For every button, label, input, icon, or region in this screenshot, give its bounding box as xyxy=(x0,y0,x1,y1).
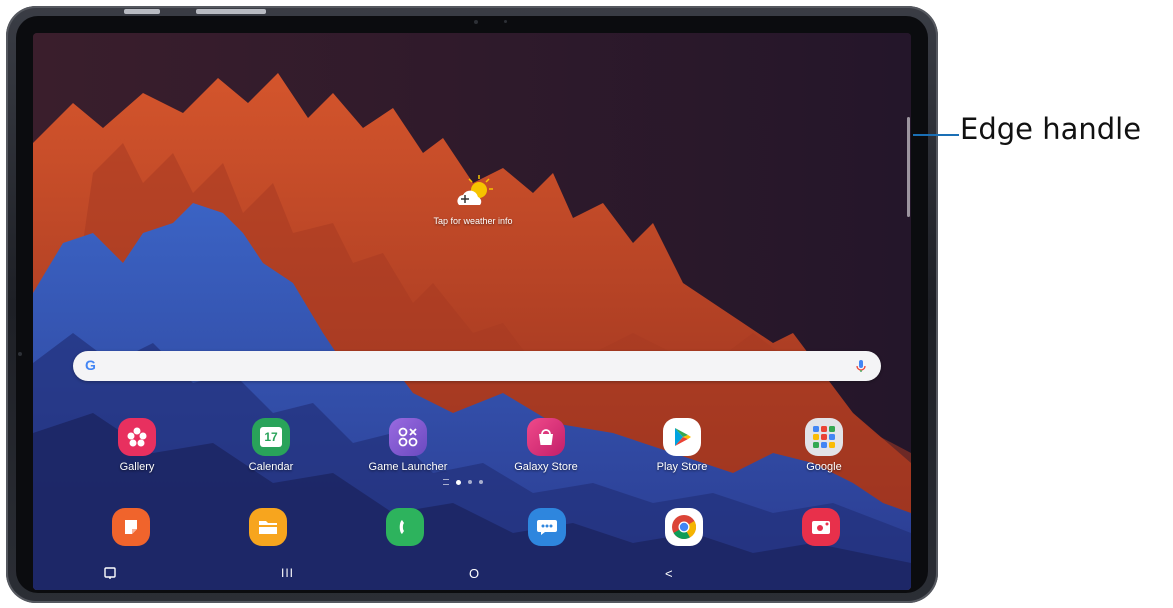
navigation-bar: III O < xyxy=(33,561,911,590)
volume-button xyxy=(124,9,160,14)
calendar-badge: 17 xyxy=(260,427,282,447)
wallpaper xyxy=(33,33,911,590)
page-dot xyxy=(468,480,472,484)
screenshot-icon[interactable] xyxy=(103,566,117,585)
app-label: Galaxy Store xyxy=(514,461,578,473)
dock-messages[interactable] xyxy=(502,508,592,546)
app-play-store[interactable]: Play Store xyxy=(637,418,727,473)
screen-recorder-icon xyxy=(802,508,840,546)
app-label: Calendar xyxy=(248,461,294,473)
play-store-icon xyxy=(663,418,701,456)
app-label: Play Store xyxy=(656,461,708,473)
my-files-icon xyxy=(249,508,287,546)
home-page-indicator xyxy=(443,479,449,485)
home-button[interactable]: O xyxy=(469,566,479,581)
messages-icon xyxy=(528,508,566,546)
back-button[interactable]: < xyxy=(665,566,673,581)
callout-line xyxy=(913,134,959,136)
edge-handle[interactable] xyxy=(907,117,910,217)
dock-chrome[interactable] xyxy=(639,508,729,546)
notes-icon xyxy=(112,508,150,546)
app-label: Gallery xyxy=(119,461,155,473)
dock-notes[interactable] xyxy=(86,508,176,546)
app-label: Google xyxy=(806,461,842,473)
weather-widget[interactable]: Tap for weather info xyxy=(413,173,533,226)
app-game-launcher[interactable]: Game Launcher xyxy=(363,418,453,473)
phone-icon xyxy=(386,508,424,546)
galaxy-store-icon xyxy=(527,418,565,456)
recents-button[interactable]: III xyxy=(281,566,294,580)
dock-screen-recorder[interactable] xyxy=(776,508,866,546)
side-sensor xyxy=(18,352,22,356)
app-galaxy-store[interactable]: Galaxy Store xyxy=(501,418,591,473)
mic-icon[interactable] xyxy=(853,358,869,374)
google-search-bar[interactable]: G xyxy=(73,351,881,381)
search-input[interactable] xyxy=(107,356,841,378)
game-launcher-icon xyxy=(389,418,427,456)
weather-label: Tap for weather info xyxy=(433,216,513,226)
app-gallery[interactable]: Gallery xyxy=(92,418,182,473)
app-google-folder[interactable]: Google xyxy=(779,418,869,473)
app-label: Game Launcher xyxy=(368,461,448,473)
weather-icon xyxy=(451,173,495,213)
dock-my-files[interactable] xyxy=(223,508,313,546)
home-screen: Tap for weather info G Gallery 17 Calend… xyxy=(33,33,911,590)
callout-label: Edge handle xyxy=(960,112,1142,146)
page-dot-active xyxy=(456,479,461,485)
page-indicator xyxy=(443,479,483,485)
google-folder-icon xyxy=(805,418,843,456)
sensor xyxy=(504,20,507,23)
google-logo-icon: G xyxy=(85,357,96,373)
dock-phone[interactable] xyxy=(360,508,450,546)
app-calendar[interactable]: 17 Calendar xyxy=(226,418,316,473)
front-camera xyxy=(474,20,478,24)
power-button xyxy=(196,9,266,14)
gallery-icon xyxy=(118,418,156,456)
tablet-frame: Tap for weather info G Gallery 17 Calend… xyxy=(6,6,938,603)
calendar-icon: 17 xyxy=(252,418,290,456)
chrome-icon xyxy=(665,508,703,546)
page-dot xyxy=(479,480,483,484)
